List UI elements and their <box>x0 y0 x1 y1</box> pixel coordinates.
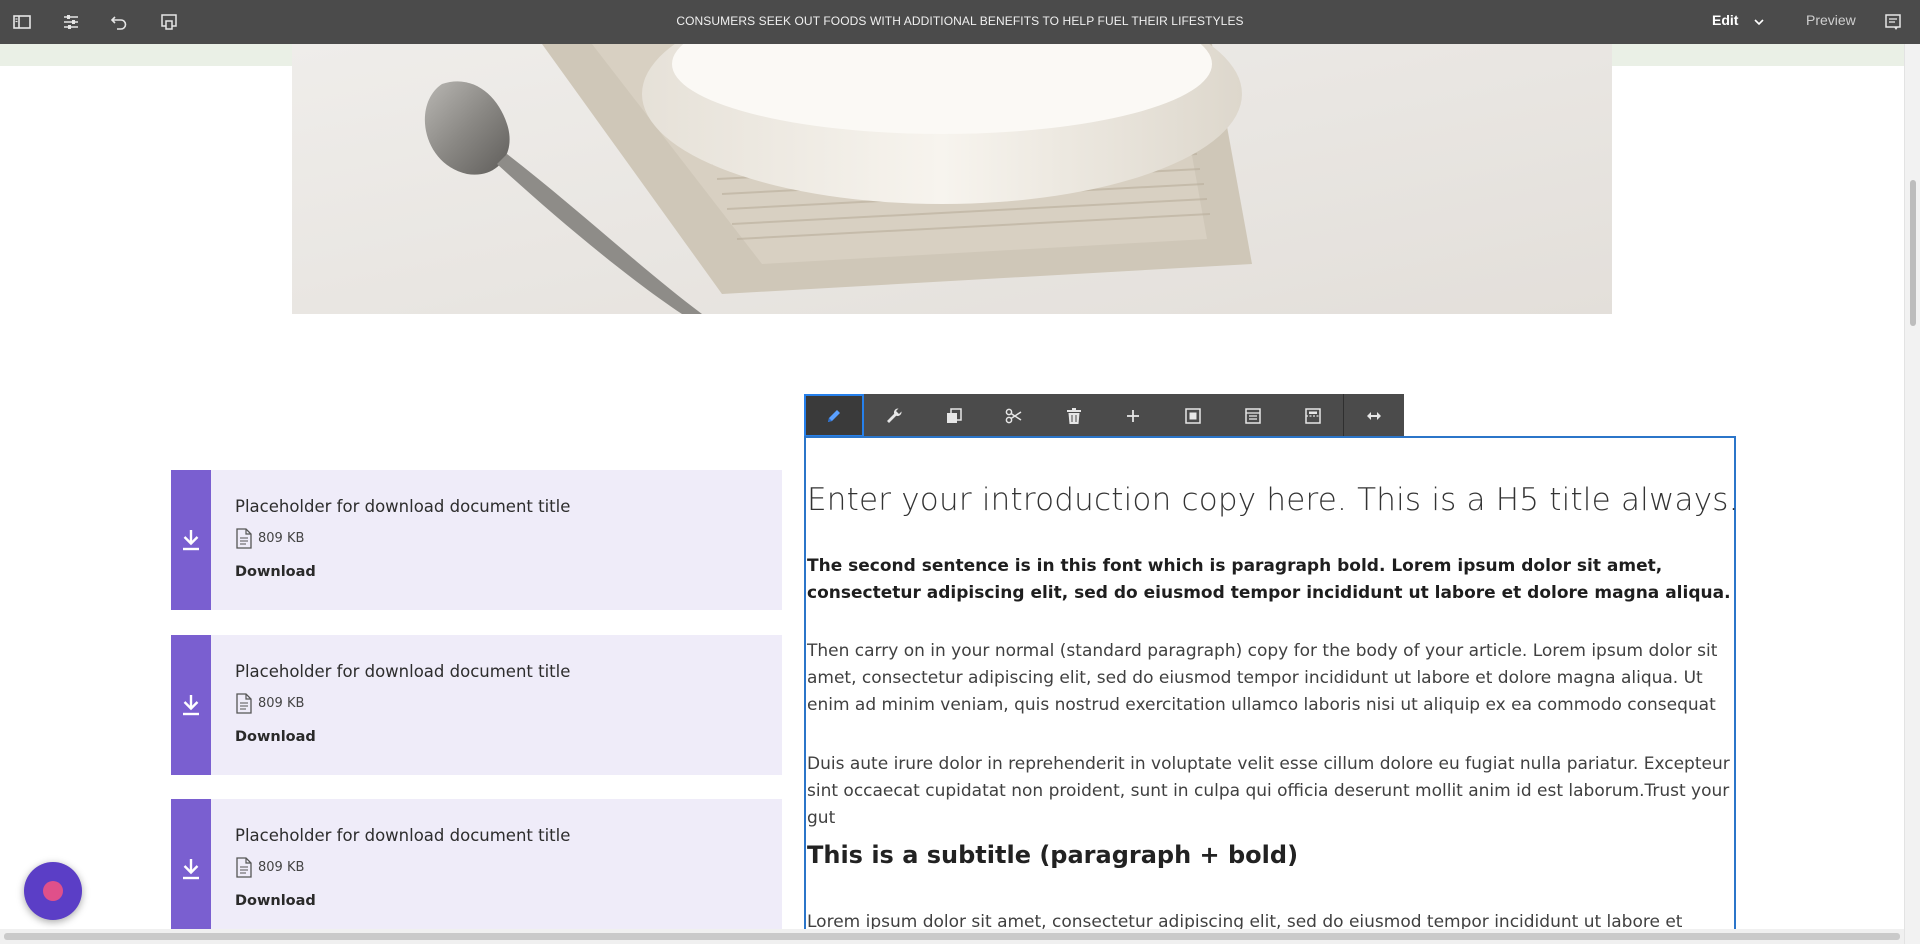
download-title: Placeholder for download document title <box>235 826 571 845</box>
intro-heading: Enter your introduction copy here. This … <box>807 482 1739 518</box>
download-title: Placeholder for download document title <box>235 662 571 681</box>
file-icon <box>235 857 253 878</box>
download-link[interactable]: Download <box>235 564 316 580</box>
download-link[interactable]: Download <box>235 729 316 745</box>
body-paragraph: Then carry on in your normal (standard p… <box>807 641 1718 715</box>
help-icon <box>43 881 63 901</box>
download-title: Placeholder for download document title <box>235 497 571 516</box>
download-link[interactable]: Download <box>235 893 316 909</box>
download-icon <box>183 530 199 551</box>
resize-icon[interactable] <box>1344 394 1404 437</box>
help-button[interactable] <box>24 862 82 920</box>
preview-button[interactable]: Preview <box>1806 12 1856 28</box>
file-icon <box>235 693 253 714</box>
annotations-icon[interactable] <box>1880 10 1906 34</box>
editor-toolbar: CONSUMERS SEEK OUT FOODS WITH ADDITIONAL… <box>0 0 1920 44</box>
chevron-down-icon[interactable] <box>1752 14 1766 28</box>
delete-icon[interactable] <box>1044 394 1104 437</box>
parent-icon[interactable] <box>1163 394 1223 437</box>
download-card: Placeholder for download document title … <box>171 799 782 939</box>
download-button[interactable] <box>171 635 211 775</box>
download-card: Placeholder for download document title … <box>171 470 782 610</box>
download-icon <box>183 695 199 716</box>
page-background-strip <box>0 44 292 66</box>
text-component[interactable]: Enter your introduction copy here. This … <box>804 436 1739 944</box>
mode-selector[interactable]: Edit <box>1712 12 1738 28</box>
horizontal-scrollbar[interactable] <box>0 929 1904 944</box>
configure-icon[interactable] <box>864 394 924 437</box>
subtitle: This is a subtitle (paragraph + bold) <box>807 841 1299 869</box>
page-background-strip <box>1612 44 1904 66</box>
download-card: Placeholder for download document title … <box>171 635 782 775</box>
cut-icon[interactable] <box>984 394 1044 437</box>
hero-image <box>292 44 1612 314</box>
vertical-scrollbar[interactable] <box>1904 44 1920 944</box>
layout-icon[interactable] <box>1283 394 1343 437</box>
file-size: 809 KB <box>258 531 305 546</box>
page-title: CONSUMERS SEEK OUT FOODS WITH ADDITIONAL… <box>676 14 1244 28</box>
download-button[interactable] <box>171 470 211 610</box>
bold-paragraph: The second sentence is in this font whic… <box>807 556 1731 603</box>
file-size: 809 KB <box>258 696 305 711</box>
file-size: 809 KB <box>258 860 305 875</box>
download-button[interactable] <box>171 799 211 939</box>
scrollbar-thumb[interactable] <box>1910 180 1916 326</box>
file-icon <box>235 528 253 549</box>
edit-icon[interactable] <box>804 394 864 437</box>
body-paragraph: Duis aute irure dolor in reprehenderit i… <box>807 754 1730 828</box>
download-icon <box>183 859 199 880</box>
copy-icon[interactable] <box>924 394 984 437</box>
component-toolbar <box>804 394 1404 437</box>
scrollbar-thumb[interactable] <box>4 933 1900 940</box>
insert-icon[interactable] <box>1104 394 1164 437</box>
group-icon[interactable] <box>1223 394 1283 437</box>
